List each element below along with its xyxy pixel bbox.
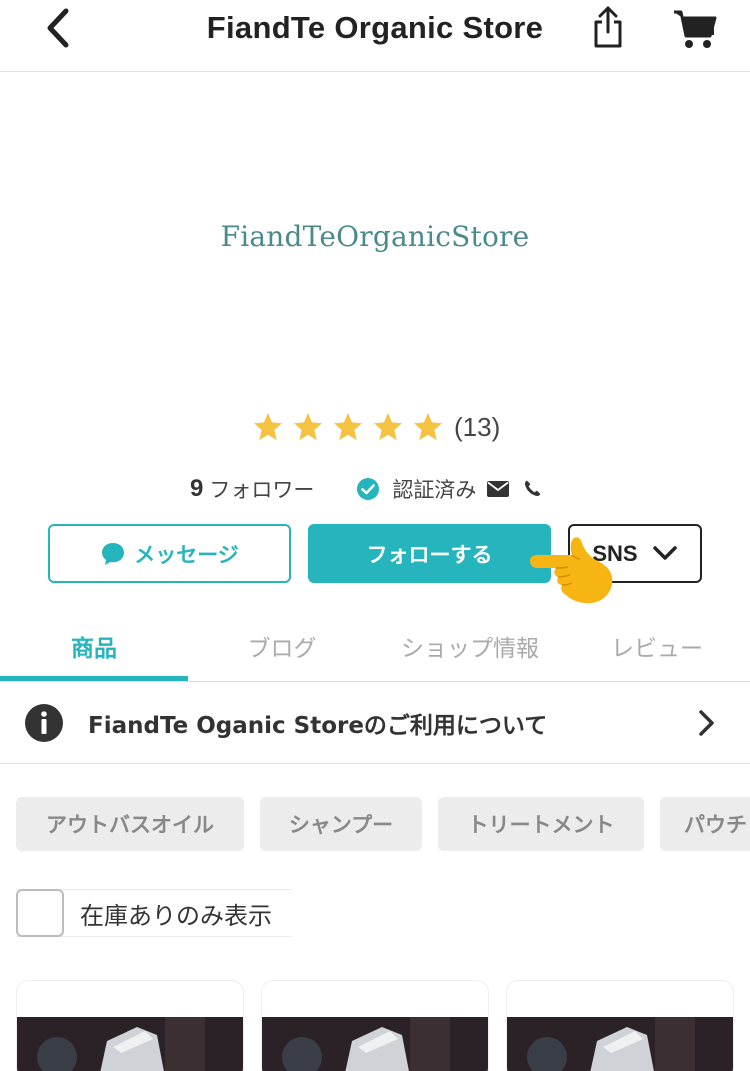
chevron-down-icon [652,545,677,560]
share-button[interactable] [588,4,628,50]
category-chip[interactable]: シャンプー [260,797,422,851]
in-stock-label: 在庫ありのみ表示 [80,901,272,930]
star-icon [254,413,282,441]
category-chip[interactable]: トリートメント [438,797,644,851]
phone-icon[interactable] [522,479,542,499]
cart-button[interactable] [670,6,718,50]
store-stats-row: 9 フォロワー 認証済み [190,470,542,508]
in-stock-filter[interactable]: 在庫ありのみ表示 [16,889,292,937]
star-icon [334,413,362,441]
category-chip[interactable]: パウチ [660,797,750,851]
active-tab-indicator [0,676,188,681]
mail-icon[interactable] [486,480,510,498]
follow-button[interactable]: フォローする [308,524,551,583]
store-tabs: 商品 ブログ ショップ情報 レビュー [0,610,750,682]
star-icon [294,413,322,441]
chat-bubble-icon [102,542,125,565]
product-card[interactable] [16,980,244,1071]
info-icon [25,703,63,742]
category-chip[interactable]: アウトバスオイル [16,797,244,851]
star-icon [414,413,442,441]
follower-count: 9 [190,475,204,502]
rating-count: (13) [454,411,501,442]
page-title: FiandTe Organic Store [206,10,544,45]
verified-check-icon [357,478,380,500]
chevron-right-icon [699,710,714,736]
app-header: FiandTe Organic Store [0,0,750,72]
tab-shop-info[interactable]: ショップ情報 [376,610,564,682]
store-rating[interactable]: (13) [252,407,500,447]
in-stock-checkbox[interactable] [16,889,64,937]
follower-label: フォロワー [209,478,315,502]
product-image [17,1017,243,1071]
notice-text: FiandTe Oganic Storeのご利用について [88,712,548,739]
product-card[interactable] [261,980,489,1071]
product-image [507,1017,733,1071]
follow-label: フォローする [366,542,493,567]
message-button[interactable]: メッセージ [48,524,291,583]
product-card[interactable] [506,980,734,1071]
store-logo-text: FiandTeOrganicStore [220,220,530,253]
share-icon [594,6,622,48]
cart-icon [674,10,717,48]
tab-reviews[interactable]: レビュー [564,610,750,682]
product-image [262,1017,488,1071]
pointing-hand-icon [530,537,613,604]
tab-blog[interactable]: ブログ [188,610,376,682]
verified-label: 認証済み [392,478,477,502]
store-usage-notice[interactable]: FiandTe Oganic Storeのご利用について [0,682,750,764]
star-icon [374,413,402,441]
tab-products[interactable]: 商品 [0,610,188,682]
message-label: メッセージ [134,542,239,567]
